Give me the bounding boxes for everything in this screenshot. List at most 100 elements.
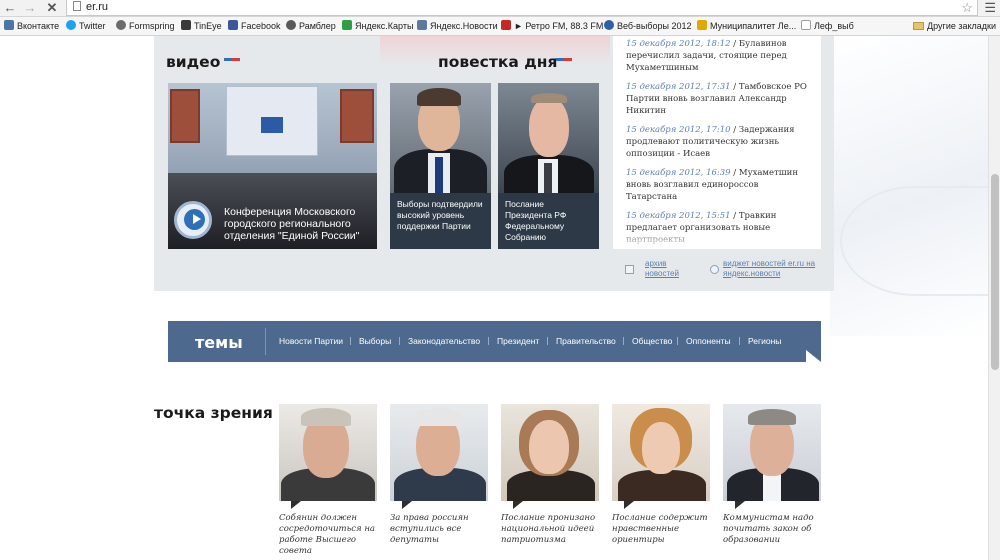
news-widget-link[interactable]: виджет новостей er.ru на яндекс.новости <box>723 259 823 279</box>
opinion-card[interactable]: За права россиян вступились все депутаты <box>390 404 488 546</box>
retro-fm-icon <box>501 20 511 30</box>
opinion-card[interactable]: Послание содержит нравственные ориентиры <box>612 404 710 546</box>
video-card[interactable]: Конференция Московского городского регио… <box>168 83 377 249</box>
news-item[interactable]: 15 декабря 2012, 18:12 / Булавинов переч… <box>626 38 811 74</box>
news-date: 15 декабря 2012, 16:39 <box>626 168 731 178</box>
arrow-right-icon[interactable]: → <box>23 0 37 16</box>
page-icon <box>801 20 811 30</box>
agenda-caption[interactable]: Послание Президента РФ Федеральному Собр… <box>498 193 599 249</box>
bookmark-item[interactable]: Яндекс.Карты <box>342 17 413 35</box>
opinion-caption[interactable]: Послание содержит нравственные ориентиры <box>612 513 710 546</box>
news-item[interactable]: 15 декабря 2012, 17:31 / Тамбовское РО П… <box>626 81 811 117</box>
opinion-photo[interactable] <box>612 404 710 501</box>
topic-link[interactable]: Новости Партии <box>279 336 343 346</box>
bookmark-label: TinEye <box>194 21 222 31</box>
topic-link[interactable]: Регионы <box>748 336 781 346</box>
topics-title: темы <box>195 333 243 352</box>
play-button[interactable] <box>174 201 212 239</box>
twitter-icon <box>66 20 76 30</box>
bookmark-label: Яндекс.Новости <box>430 21 498 31</box>
opinion-caption[interactable]: Послание пронизано национальной идеей па… <box>501 513 599 546</box>
agenda-card[interactable]: Выборы подтвердили высокий уровень подде… <box>390 83 491 249</box>
hamburger-icon[interactable]: ☰ <box>984 0 996 16</box>
bookmark-item[interactable]: Вконтакте <box>4 17 59 35</box>
bookmark-item[interactable]: Twitter <box>66 17 106 35</box>
topic-link[interactable]: Президент <box>497 336 539 346</box>
opinion-photo[interactable] <box>279 404 377 501</box>
rambler-icon <box>286 20 296 30</box>
play-icon <box>184 209 205 230</box>
news-date: 15 декабря 2012, 17:10 <box>626 125 731 135</box>
bookmark-item[interactable]: Яндекс.Новости <box>417 17 498 35</box>
other-bookmarks-label: Другие закладки <box>927 21 996 31</box>
topic-separator <box>350 337 351 345</box>
bookmark-label: Веб-выборы 2012 <box>617 21 692 31</box>
yandex-maps-icon <box>342 20 352 30</box>
caption-pointer <box>402 501 412 509</box>
topic-link[interactable]: Законодательство <box>408 336 480 346</box>
address-text[interactable]: er.ru <box>86 1 108 13</box>
topic-link[interactable]: Оппоненты <box>686 336 731 346</box>
topic-link[interactable]: Общество <box>632 336 672 346</box>
news-date: 15 декабря 2012, 17:31 <box>626 82 731 92</box>
conference-stage <box>226 86 318 156</box>
agenda-section-title: повестка дня <box>438 53 558 71</box>
news-archive-link[interactable]: архив новостей <box>645 259 695 279</box>
agenda-photo <box>498 83 599 200</box>
bookmark-item[interactable]: Веб-выборы 2012 <box>604 17 692 35</box>
bookmark-label: Formspring <box>129 21 175 31</box>
topic-separator <box>739 337 740 345</box>
opinion-card[interactable]: Собянин должен сосредоточиться на работе… <box>279 404 377 557</box>
tineye-icon <box>181 20 191 30</box>
bookmark-item[interactable]: Facebook <box>228 17 281 35</box>
topic-link[interactable]: Выборы <box>359 336 391 346</box>
building-image <box>340 89 374 143</box>
news-item[interactable]: 15 декабря 2012, 17:10 / Задержания прод… <box>626 124 811 160</box>
bookmark-item[interactable]: Рамблер <box>286 17 336 35</box>
opinion-caption[interactable]: Собянин должен сосредоточиться на работе… <box>279 513 377 557</box>
opinion-card[interactable]: Коммунистам надо почитать закон об образ… <box>723 404 821 546</box>
video-section-title: видео <box>166 53 221 71</box>
scrollbar-thumb[interactable] <box>991 174 999 370</box>
bookmarks-bar: Вконтакте Twitter Formspring TinEye Face… <box>0 17 1000 36</box>
yandex-news-icon <box>417 20 427 30</box>
opinion-photo[interactable] <box>723 404 821 501</box>
agenda-caption[interactable]: Выборы подтвердили высокий уровень подде… <box>390 193 491 249</box>
video-caption[interactable]: Конференция Московского городского регио… <box>224 206 372 242</box>
browser-toolbar: ← → ✕ er.ru ☆ ☰ <box>0 0 1000 17</box>
opinion-caption[interactable]: Коммунистам надо почитать закон об образ… <box>723 513 821 546</box>
bookmark-item[interactable]: Леф_выб <box>801 17 854 35</box>
agenda-card[interactable]: Послание Президента РФ Федеральному Собр… <box>498 83 599 249</box>
news-item[interactable]: 15 декабря 2012, 16:39 / Мухаметшин внов… <box>626 167 811 203</box>
topic-link[interactable]: Правительство <box>556 336 616 346</box>
news-date: 15 декабря 2012, 15:51 <box>626 211 731 221</box>
web-elections-icon <box>604 20 614 30</box>
background-swoosh <box>840 186 988 296</box>
opinion-caption[interactable]: За права россиян вступились все депутаты <box>390 513 488 546</box>
folder-icon <box>913 22 925 30</box>
news-feed: 15 декабря 2012, 18:12 / Булавинов переч… <box>613 36 821 249</box>
bookmark-item[interactable]: Formspring <box>116 17 175 35</box>
opinion-card[interactable]: Послание пронизано национальной идеей па… <box>501 404 599 546</box>
building-image <box>170 89 200 143</box>
arrow-left-icon[interactable]: ← <box>3 0 17 16</box>
bookmark-item[interactable]: ► Ретро FM, 88.3 FM <box>501 17 603 35</box>
facebook-icon <box>228 20 238 30</box>
news-fade <box>613 231 821 249</box>
bookmark-label: Facebook <box>241 21 281 31</box>
scrollbar[interactable] <box>988 36 1000 560</box>
municipality-icon <box>697 20 707 30</box>
topic-separator <box>677 337 678 345</box>
bookmark-item[interactable]: TinEye <box>181 17 222 35</box>
news-date: 15 декабря 2012, 18:12 <box>626 39 731 49</box>
x-icon[interactable]: ✕ <box>45 0 59 16</box>
star-icon[interactable]: ☆ <box>961 0 973 16</box>
topics-divider <box>265 328 266 355</box>
opinion-photo[interactable] <box>390 404 488 501</box>
topic-separator <box>547 337 548 345</box>
opinion-photo[interactable] <box>501 404 599 501</box>
agenda-photo <box>390 83 491 199</box>
other-bookmarks[interactable]: Другие закладки <box>913 17 996 35</box>
address-bar[interactable]: er.ru <box>66 0 978 16</box>
bookmark-item[interactable]: Муниципалитет Ле... <box>697 17 796 35</box>
